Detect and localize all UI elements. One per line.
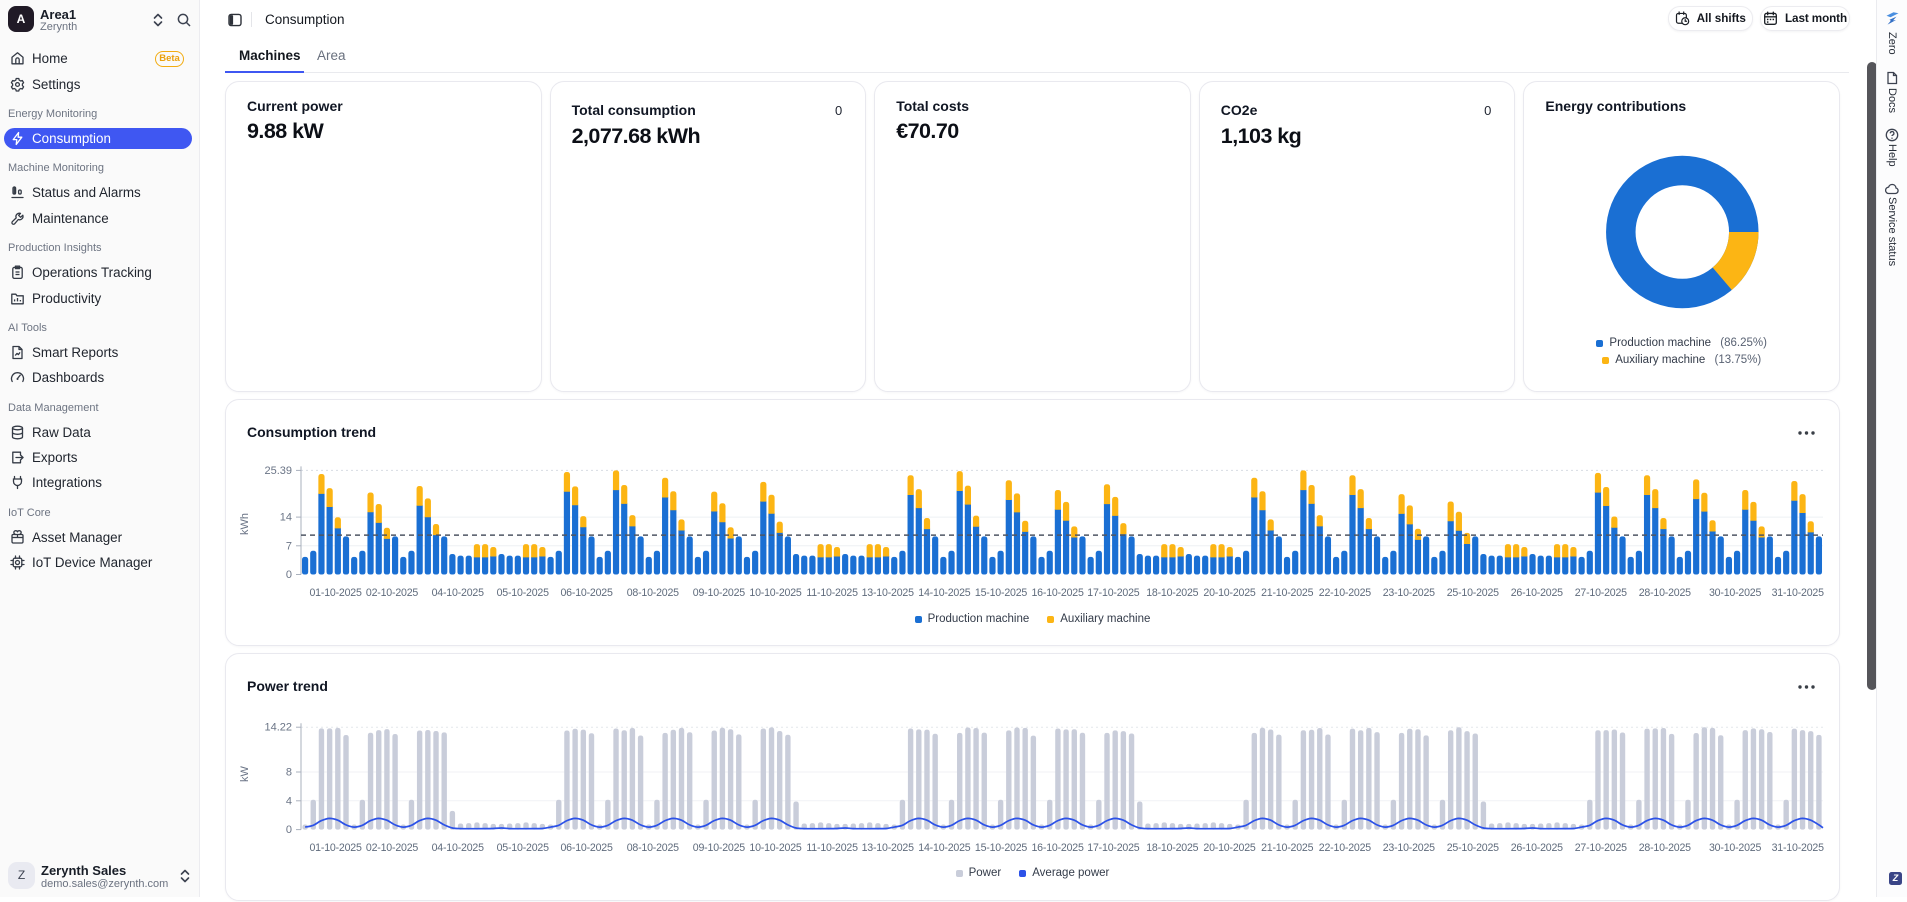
svg-text:21-10-2025: 21-10-2025: [1261, 842, 1313, 854]
svg-text:14-10-2025: 14-10-2025: [918, 842, 970, 854]
svg-text:08-10-2025: 08-10-2025: [627, 587, 679, 599]
svg-text:04-10-2025: 04-10-2025: [432, 587, 484, 599]
svg-text:09-10-2025: 09-10-2025: [693, 842, 745, 854]
svg-text:31-10-2025: 31-10-2025: [1772, 587, 1824, 599]
svg-text:14.22: 14.22: [264, 722, 292, 734]
svg-text:0: 0: [286, 824, 292, 836]
svg-text:05-10-2025: 05-10-2025: [497, 842, 549, 854]
svg-text:26-10-2025: 26-10-2025: [1511, 842, 1563, 854]
svg-text:16-10-2025: 16-10-2025: [1031, 842, 1083, 854]
svg-text:28-10-2025: 28-10-2025: [1639, 587, 1691, 599]
svg-text:30-10-2025: 30-10-2025: [1709, 842, 1761, 854]
svg-text:31-10-2025: 31-10-2025: [1772, 842, 1824, 854]
svg-text:11-10-2025: 11-10-2025: [806, 587, 858, 599]
svg-text:25.39: 25.39: [264, 465, 292, 477]
svg-text:18-10-2025: 18-10-2025: [1146, 587, 1198, 599]
svg-text:25-10-2025: 25-10-2025: [1447, 587, 1499, 599]
svg-text:11-10-2025: 11-10-2025: [806, 842, 858, 854]
svg-text:02-10-2025: 02-10-2025: [366, 587, 418, 599]
svg-text:23-10-2025: 23-10-2025: [1383, 842, 1435, 854]
svg-text:05-10-2025: 05-10-2025: [497, 587, 549, 599]
svg-text:13-10-2025: 13-10-2025: [862, 587, 914, 599]
svg-text:15-10-2025: 15-10-2025: [975, 842, 1027, 854]
svg-text:01-10-2025: 01-10-2025: [309, 587, 361, 599]
svg-text:15-10-2025: 15-10-2025: [975, 587, 1027, 599]
svg-text:4: 4: [286, 795, 292, 807]
svg-text:17-10-2025: 17-10-2025: [1087, 842, 1139, 854]
svg-text:04-10-2025: 04-10-2025: [432, 842, 484, 854]
svg-text:01-10-2025: 01-10-2025: [309, 842, 361, 854]
svg-text:18-10-2025: 18-10-2025: [1146, 842, 1198, 854]
svg-text:16-10-2025: 16-10-2025: [1031, 587, 1083, 599]
svg-text:kW: kW: [239, 765, 251, 782]
svg-text:7: 7: [286, 540, 292, 552]
svg-text:10-10-2025: 10-10-2025: [749, 842, 801, 854]
svg-text:10-10-2025: 10-10-2025: [749, 587, 801, 599]
svg-text:20-10-2025: 20-10-2025: [1203, 842, 1255, 854]
svg-text:kWh: kWh: [239, 513, 251, 535]
svg-text:25-10-2025: 25-10-2025: [1447, 842, 1499, 854]
svg-text:23-10-2025: 23-10-2025: [1383, 587, 1435, 599]
svg-text:08-10-2025: 08-10-2025: [627, 842, 679, 854]
svg-text:06-10-2025: 06-10-2025: [560, 842, 612, 854]
svg-text:20-10-2025: 20-10-2025: [1203, 587, 1255, 599]
svg-text:06-10-2025: 06-10-2025: [560, 587, 612, 599]
svg-text:09-10-2025: 09-10-2025: [693, 587, 745, 599]
svg-text:27-10-2025: 27-10-2025: [1575, 587, 1627, 599]
svg-text:21-10-2025: 21-10-2025: [1261, 587, 1313, 599]
svg-text:22-10-2025: 22-10-2025: [1319, 842, 1371, 854]
svg-text:14-10-2025: 14-10-2025: [918, 587, 970, 599]
svg-text:28-10-2025: 28-10-2025: [1639, 842, 1691, 854]
svg-text:17-10-2025: 17-10-2025: [1087, 587, 1139, 599]
svg-text:14: 14: [280, 512, 292, 524]
svg-text:0: 0: [286, 569, 292, 581]
svg-text:27-10-2025: 27-10-2025: [1575, 842, 1627, 854]
svg-text:8: 8: [286, 767, 292, 779]
svg-text:02-10-2025: 02-10-2025: [366, 842, 418, 854]
svg-text:30-10-2025: 30-10-2025: [1709, 587, 1761, 599]
svg-text:22-10-2025: 22-10-2025: [1319, 587, 1371, 599]
svg-text:13-10-2025: 13-10-2025: [862, 842, 914, 854]
svg-text:26-10-2025: 26-10-2025: [1511, 587, 1563, 599]
